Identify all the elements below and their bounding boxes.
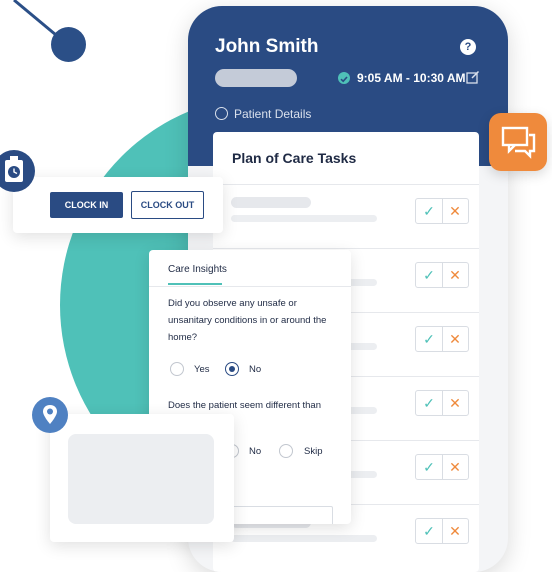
task-actions: ✓ ✕ [415,518,469,544]
patient-details-link[interactable]: Patient Details [215,107,311,121]
clock-icon [5,156,23,182]
task-actions: ✓ ✕ [415,454,469,480]
divider [149,286,351,287]
option-label: No [249,446,262,457]
tab-underline [168,283,222,285]
patient-name: John Smith [215,36,319,57]
radio-yes[interactable] [170,362,184,376]
text-input[interactable] [231,506,333,524]
check-circle-icon [338,72,350,84]
radio-skip[interactable] [279,444,293,458]
chat-badge[interactable] [489,113,547,171]
redacted-field [215,69,297,87]
location-card [50,414,234,542]
location-pin-icon [43,405,57,424]
radio-no[interactable] [225,362,239,376]
question-unsafe-conditions: Did you observe any unsafe or unsanitary… [168,298,327,343]
reject-button[interactable]: ✕ [442,455,468,479]
approve-button[interactable]: ✓ [416,519,443,543]
location-badge [32,397,68,433]
reject-button[interactable]: ✕ [442,519,468,543]
reject-button[interactable]: ✕ [442,327,468,351]
reject-button[interactable]: ✕ [442,263,468,287]
option-label: Yes [194,364,210,375]
clock-badge [0,150,35,192]
chat-icon [501,126,536,159]
approve-button[interactable]: ✓ [416,263,443,287]
option-label: Skip [304,446,323,457]
task-actions: ✓ ✕ [415,198,469,224]
approve-button[interactable]: ✓ [416,327,443,351]
patient-details-label: Patient Details [234,107,312,121]
placeholder-bar [231,215,377,222]
reject-button[interactable]: ✕ [442,391,468,415]
approve-button[interactable]: ✓ [416,391,443,415]
task-actions: ✓ ✕ [415,262,469,288]
clock-out-button[interactable]: CLOCK OUT [131,191,204,219]
task-row: ✓ ✕ [213,184,479,249]
placeholder-bar [231,197,311,208]
map-placeholder [68,434,214,524]
help-icon[interactable]: ? [460,39,476,55]
task-actions: ✓ ✕ [415,326,469,352]
clock-card: CLOCK IN CLOCK OUT [13,177,223,233]
edit-icon[interactable] [466,70,480,84]
question-patient-different: Does the patient seem different than [168,400,321,411]
clock-in-button[interactable]: CLOCK IN [50,192,123,218]
option-label: No [249,364,262,375]
task-actions: ✓ ✕ [415,390,469,416]
decorative-dot [51,27,86,62]
visit-time: 9:05 AM - 10:30 AM [357,71,466,85]
tab-care-insights[interactable]: Care Insights [168,264,227,275]
approve-button[interactable]: ✓ [416,199,443,223]
person-icon [215,107,228,120]
approve-button[interactable]: ✓ [416,455,443,479]
placeholder-bar [231,535,377,542]
tasks-title: Plan of Care Tasks [232,150,357,166]
reject-button[interactable]: ✕ [442,199,468,223]
